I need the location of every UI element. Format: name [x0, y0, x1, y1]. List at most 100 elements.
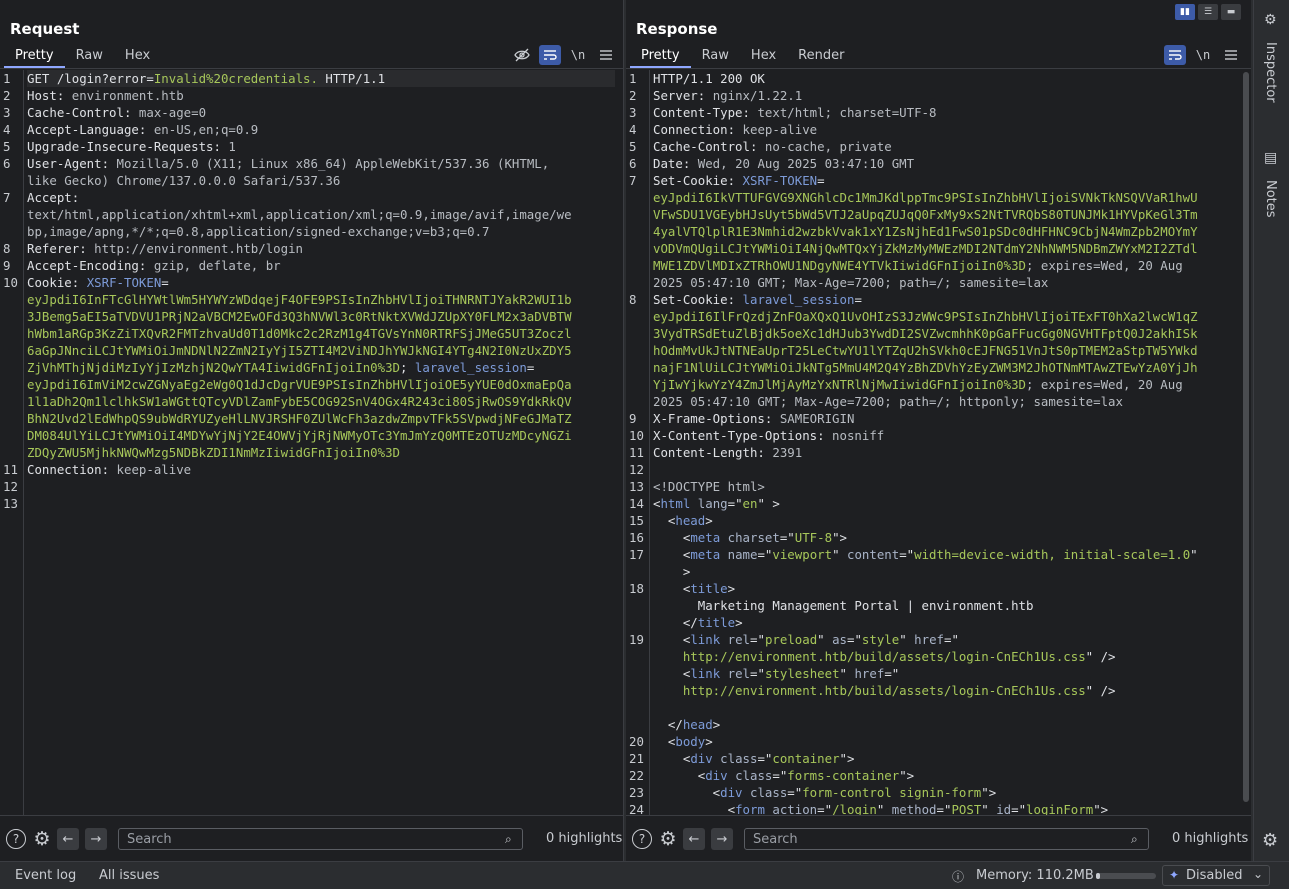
code-line[interactable]: MWE1ZDVlMDIxZTRhOWU1NDgyNWE4YTVkIiwidGFn… [653, 257, 1243, 274]
tab-response-hex[interactable]: Hex [740, 44, 787, 68]
code-line[interactable]: 6aGpJNnciLCJtYWMiOiJmNDNlN2ZmN2IyYjI5ZTI… [27, 342, 615, 359]
code-line[interactable] [653, 699, 1243, 716]
code-line[interactable]: 4yalVTQlplR1E3Nmhid2wzbkVvak1xY1ZsNjhEd1… [653, 223, 1243, 240]
code-line[interactable]: </title> [653, 614, 1243, 631]
code-line[interactable]: Date: Wed, 20 Aug 2025 03:47:10 GMT [653, 155, 1243, 172]
code-line[interactable]: <link rel="preload" as="style" href=" [653, 631, 1243, 648]
code-line[interactable]: <title> [653, 580, 1243, 597]
code-line[interactable]: <div class="container"> [653, 750, 1243, 767]
code-line[interactable]: Content-Length: 2391 [653, 444, 1243, 461]
newline-toggle[interactable]: \n [1192, 45, 1214, 65]
code-line[interactable]: Cache-Control: no-cache, private [653, 138, 1243, 155]
gear-icon[interactable]: ⚙ [1262, 830, 1278, 851]
code-line[interactable]: X-Content-Type-Options: nosniff [653, 427, 1243, 444]
previous-arrow-icon[interactable]: ← [683, 828, 705, 850]
code-line[interactable]: Marketing Management Portal | environmen… [653, 597, 1243, 614]
notes-icon[interactable]: ▤ [1264, 150, 1277, 166]
code-line[interactable]: GET /login?error=Invalid%20credentials. … [27, 70, 615, 87]
code-line[interactable]: Accept: [27, 189, 615, 206]
code-line[interactable]: <!DOCTYPE html> [653, 478, 1243, 495]
code-line[interactable]: text/html,application/xhtml+xml,applicat… [27, 206, 615, 223]
code-line[interactable]: http://environment.htb/build/assets/logi… [653, 648, 1243, 665]
next-arrow-icon[interactable]: → [85, 828, 107, 850]
code-line[interactable]: <meta name="viewport" content="width=dev… [653, 546, 1243, 563]
code-line[interactable]: Content-Type: text/html; charset=UTF-8 [653, 104, 1243, 121]
code-line[interactable]: bp,image/apng,*/*;q=0.8,application/sign… [27, 223, 615, 240]
code-line[interactable]: 1l1aDh2Qm1lclhkSW1aWGttQTcyVDlZamFybE5CO… [27, 393, 615, 410]
notes-tab[interactable]: Notes [1263, 180, 1278, 218]
tab-request-pretty[interactable]: Pretty [4, 44, 65, 68]
code-line[interactable]: najF1NlUiLCJtYWMiOiJkNTg5MmU4M2Q4YzBhZDV… [653, 359, 1243, 376]
code-line[interactable]: Set-Cookie: laravel_session= [653, 291, 1243, 308]
single-pane-icon[interactable]: ▬ [1221, 4, 1241, 20]
menu-icon[interactable] [595, 45, 617, 65]
response-scrollbar[interactable] [1243, 72, 1249, 802]
split-horizontal-icon[interactable]: ▮▮ [1175, 4, 1195, 20]
code-line[interactable]: 3VydTRSdEtuZlBjdk5oeXc1dHJub3YwdDI2SVZwc… [653, 325, 1243, 342]
code-line[interactable] [27, 478, 615, 495]
tab-response-render[interactable]: Render [787, 44, 855, 68]
code-line[interactable]: X-Frame-Options: SAMEORIGIN [653, 410, 1243, 427]
tab-request-raw[interactable]: Raw [65, 44, 114, 68]
help-icon[interactable]: ? [632, 829, 652, 849]
mode-dropdown[interactable]: ✦ Disabled ⌄ [1162, 865, 1270, 886]
eye-slash-icon[interactable] [511, 45, 533, 65]
code-line[interactable]: eyJpdiI6ImViM2cwZGNyaEg2eWg0Q1dJcDgrVUE9… [27, 376, 615, 393]
code-line[interactable]: <html lang="en" > [653, 495, 1243, 512]
code-line[interactable]: Server: nginx/1.22.1 [653, 87, 1243, 104]
code-line[interactable] [27, 495, 615, 512]
wrap-icon[interactable] [539, 45, 561, 65]
code-line[interactable]: Cache-Control: max-age=0 [27, 104, 615, 121]
gear-icon[interactable]: ⚙ [32, 828, 52, 850]
code-line[interactable]: eyJpdiI6IkVTTUFGVG9XNGhlcDc1MmJKdlppTmc9… [653, 189, 1243, 206]
newline-toggle[interactable]: \n [567, 45, 589, 65]
response-code[interactable]: HTTP/1.1 200 OK Server: nginx/1.22.1 Conte… [653, 70, 1243, 815]
code-line[interactable]: 3JBemg5aEI5aTVDVU1PRjN2aVBCM2EwOFd3Q3hNV… [27, 308, 615, 325]
all-issues-button[interactable]: All issues [99, 868, 159, 883]
request-code[interactable]: GET /login?error=Invalid%20credentials. … [27, 70, 615, 512]
code-line[interactable]: <link rel="stylesheet" href=" [653, 665, 1243, 682]
code-line[interactable]: eyJpdiI6IlFrQzdjZnFOaXQxQ1UvOHIzS3JzWWc9… [653, 308, 1243, 325]
gear-icon[interactable]: ⚙ [658, 828, 678, 850]
tab-response-pretty[interactable]: Pretty [630, 44, 691, 68]
tab-response-raw[interactable]: Raw [691, 44, 740, 68]
code-line[interactable]: Accept-Encoding: gzip, deflate, br [27, 257, 615, 274]
inspector-icon[interactable]: ⚙ [1264, 12, 1277, 28]
request-search-input[interactable] [118, 828, 523, 850]
code-line[interactable]: Referer: http://environment.htb/login [27, 240, 615, 257]
previous-arrow-icon[interactable]: ← [57, 828, 79, 850]
code-line[interactable]: Host: environment.htb [27, 87, 615, 104]
code-line[interactable]: HTTP/1.1 200 OK [653, 70, 1243, 87]
code-line[interactable]: Connection: keep-alive [653, 121, 1243, 138]
tab-request-hex[interactable]: Hex [114, 44, 161, 68]
response-search-input[interactable] [744, 828, 1149, 850]
split-vertical-icon[interactable]: ☰ [1198, 4, 1218, 20]
code-line[interactable]: ZDQyZWU5MjhkNWQwMzg5NDBkZDI1NmMzIiwidGFn… [27, 444, 615, 461]
response-editor[interactable]: 1 2 3 4 5 6 7 8 9 10 11 12 13 14 15 16 17 18 19 20 21 22 23 24 … [626, 70, 1251, 815]
code-line[interactable]: hWbm1aRGp3KzZiTXQvR2FMTzhvaUd0T1d0Mkc2c2… [27, 325, 615, 342]
code-line[interactable]: Connection: keep-alive [27, 461, 615, 478]
code-line[interactable]: hOdmMvUkJtNTNEaUprT25LeCtwYU1lYTZqU2hSVk… [653, 342, 1243, 359]
help-icon[interactable]: ? [6, 829, 26, 849]
code-line[interactable]: DM084UlYiLCJtYWMiOiI4MDYwYjNjY2E4OWVjYjR… [27, 427, 615, 444]
code-line[interactable]: <div class="forms-container"> [653, 767, 1243, 784]
code-line[interactable]: VFwSDU1VGEybHJsUyt5bWd5VTJ2aUpqZUJqQ0FxM… [653, 206, 1243, 223]
code-line[interactable]: like Gecko) Chrome/137.0.0.0 Safari/537.… [27, 172, 615, 189]
code-line[interactable]: </head> [653, 716, 1243, 733]
code-line[interactable]: BhN2Uvd2lEdWhpQS9ubWdRYUZyeHlLNVJRSHF0ZU… [27, 410, 615, 427]
code-line[interactable]: Upgrade-Insecure-Requests: 1 [27, 138, 615, 155]
code-line[interactable]: 2025 05:47:10 GMT; Max-Age=7200; path=/;… [653, 393, 1243, 410]
code-line[interactable]: <form action="/login" method="POST" id="… [653, 801, 1243, 815]
code-line[interactable]: YjIwYjkwYzY4ZmJlMjAyMzYxNTRlNjMwIiwidGFn… [653, 376, 1243, 393]
code-line[interactable]: http://environment.htb/build/assets/logi… [653, 682, 1243, 699]
code-line[interactable]: eyJpdiI6InFTcGlHYWtlWm5HYWYzWDdqejF4OFE9… [27, 291, 615, 308]
next-arrow-icon[interactable]: → [711, 828, 733, 850]
wrap-icon[interactable] [1164, 45, 1186, 65]
code-line[interactable]: > [653, 563, 1243, 580]
code-line[interactable]: <head> [653, 512, 1243, 529]
menu-icon[interactable] [1220, 45, 1242, 65]
code-line[interactable] [653, 461, 1243, 478]
code-line[interactable]: <body> [653, 733, 1243, 750]
code-line[interactable]: <meta charset="UTF-8"> [653, 529, 1243, 546]
code-line[interactable]: vODVmQUgiLCJtYWMiOiI4NjQwMTQxYjZkMzMyMWE… [653, 240, 1243, 257]
